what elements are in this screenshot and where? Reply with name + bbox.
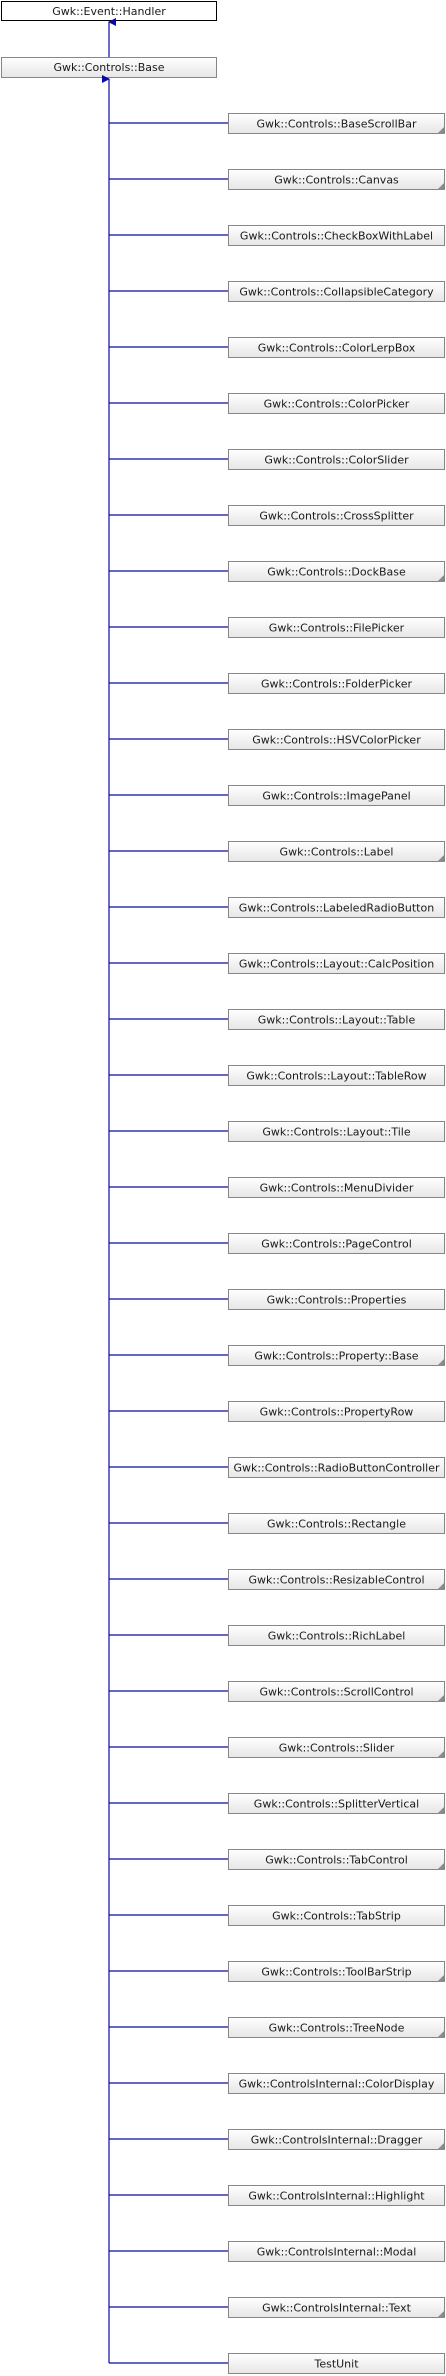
- node-label: Gwk::ControlsInternal::Modal: [257, 2246, 417, 2259]
- node-label: Gwk::Controls::Properties: [267, 1294, 407, 1307]
- node-label: Gwk::Controls::ColorPicker: [264, 398, 410, 411]
- class-node[interactable]: Gwk::Controls::ColorLerpBox: [228, 337, 445, 358]
- node-label: Gwk::Controls::ToolBarStrip: [261, 1966, 411, 1979]
- node-label: Gwk::Controls::Rectangle: [267, 1518, 406, 1531]
- class-node[interactable]: Gwk::Controls::Property::Base: [228, 1345, 445, 1366]
- node-label: Gwk::Controls::HSVColorPicker: [252, 734, 421, 747]
- class-node[interactable]: Gwk::Controls::BaseScrollBar: [228, 113, 445, 134]
- node-label: Gwk::Controls::RadioButtonController: [233, 1462, 440, 1475]
- node-label: Gwk::Controls::ScrollControl: [259, 1686, 413, 1699]
- node-label: Gwk::Controls::Canvas: [274, 174, 399, 187]
- class-node[interactable]: Gwk::Controls::CrossSplitter: [228, 505, 445, 526]
- node-label: Gwk::Controls::Layout::CalcPosition: [239, 958, 434, 971]
- node-label: Gwk::Controls::MenuDivider: [260, 1182, 414, 1195]
- node-label: Gwk::ControlsInternal::Highlight: [248, 2190, 425, 2203]
- class-node[interactable]: Gwk::Controls::ScrollControl: [228, 1681, 445, 1702]
- class-node[interactable]: Gwk::Controls::ImagePanel: [228, 785, 445, 806]
- node-label: Gwk::Controls::FilePicker: [269, 622, 405, 635]
- class-node[interactable]: Gwk::ControlsInternal::Text: [228, 2297, 445, 2318]
- node-label: Gwk::Controls::Layout::Table: [258, 1014, 416, 1027]
- class-node[interactable]: Gwk::Controls::PropertyRow: [228, 1401, 445, 1422]
- node-label: Gwk::Controls::ColorSlider: [264, 454, 409, 467]
- class-node[interactable]: Gwk::Controls::CheckBoxWithLabel: [228, 225, 445, 246]
- class-node[interactable]: TestUnit: [228, 2353, 445, 2374]
- class-node[interactable]: Gwk::Controls::RichLabel: [228, 1625, 445, 1646]
- node-label: Gwk::Controls::Property::Base: [254, 1350, 418, 1363]
- class-node[interactable]: Gwk::Controls::RadioButtonController: [228, 1457, 445, 1478]
- class-node[interactable]: Gwk::ControlsInternal::Highlight: [228, 2185, 445, 2206]
- node-label: Gwk::ControlsInternal::ColorDisplay: [239, 2078, 435, 2091]
- class-node[interactable]: Gwk::Controls::FolderPicker: [228, 673, 445, 694]
- node-controls-base[interactable]: Gwk::Controls::Base: [1, 57, 217, 78]
- class-node[interactable]: Gwk::ControlsInternal::ColorDisplay: [228, 2073, 445, 2094]
- class-node[interactable]: Gwk::Controls::FilePicker: [228, 617, 445, 638]
- node-label: Gwk::Controls::FolderPicker: [261, 678, 412, 691]
- node-label: Gwk::Controls::DockBase: [267, 566, 406, 579]
- class-node[interactable]: Gwk::Controls::Label: [228, 841, 445, 862]
- class-node[interactable]: Gwk::Controls::CollapsibleCategory: [228, 281, 445, 302]
- class-node[interactable]: Gwk::Controls::TreeNode: [228, 2017, 445, 2038]
- node-label: Gwk::Controls::ResizableControl: [249, 1574, 425, 1587]
- class-node[interactable]: Gwk::Controls::Canvas: [228, 169, 445, 190]
- node-label: Gwk::Controls::CrossSplitter: [259, 510, 414, 523]
- node-label: Gwk::Controls::TabControl: [265, 1854, 408, 1867]
- class-node[interactable]: Gwk::ControlsInternal::Modal: [228, 2241, 445, 2262]
- node-label: Gwk::Controls::Slider: [279, 1742, 395, 1755]
- node-label: Gwk::Controls::ColorLerpBox: [258, 342, 416, 355]
- class-node[interactable]: Gwk::Controls::DockBase: [228, 561, 445, 582]
- node-label: Gwk::Controls::ImagePanel: [262, 790, 410, 803]
- class-node[interactable]: Gwk::Controls::TabControl: [228, 1849, 445, 1870]
- node-label: Gwk::Controls::LabeledRadioButton: [239, 902, 434, 915]
- node-label: Gwk::Controls::Base: [54, 61, 165, 74]
- node-label: Gwk::ControlsInternal::Dragger: [251, 2134, 423, 2147]
- node-label: Gwk::Controls::PropertyRow: [260, 1406, 414, 1419]
- node-label: TestUnit: [313, 2358, 359, 2371]
- class-node[interactable]: Gwk::Controls::ColorSlider: [228, 449, 445, 470]
- node-label: Gwk::Controls::CollapsibleCategory: [239, 286, 434, 299]
- node-label: Gwk::ControlsInternal::Text: [262, 2302, 412, 2315]
- class-node[interactable]: Gwk::Controls::ResizableControl: [228, 1569, 445, 1590]
- class-node[interactable]: Gwk::Controls::Layout::CalcPosition: [228, 953, 445, 974]
- class-node[interactable]: Gwk::Controls::Properties: [228, 1289, 445, 1310]
- node-label: Gwk::Controls::SplitterVertical: [254, 1798, 419, 1811]
- class-node[interactable]: Gwk::Controls::HSVColorPicker: [228, 729, 445, 750]
- class-node[interactable]: Gwk::Controls::PageControl: [228, 1233, 445, 1254]
- class-hierarchy-diagram: Gwk::Event::Handler Gwk::Controls::Base …: [1, 1, 445, 2374]
- node-label: Gwk::Controls::Layout::TableRow: [246, 1070, 426, 1083]
- subclass-list: Gwk::Controls::BaseScrollBarGwk::Control…: [109, 113, 445, 2374]
- node-label: Gwk::Controls::TreeNode: [269, 2022, 405, 2035]
- node-label: Gwk::Controls::Layout::Tile: [262, 1126, 411, 1139]
- node-label: Gwk::Controls::PageControl: [261, 1238, 412, 1251]
- class-node[interactable]: Gwk::Controls::Layout::Tile: [228, 1121, 445, 1142]
- node-event-handler[interactable]: Gwk::Event::Handler: [1, 1, 217, 21]
- class-node[interactable]: Gwk::Controls::ToolBarStrip: [228, 1961, 445, 1982]
- class-node[interactable]: Gwk::Controls::MenuDivider: [228, 1177, 445, 1198]
- class-node[interactable]: Gwk::Controls::SplitterVertical: [228, 1793, 445, 1814]
- class-node[interactable]: Gwk::Controls::Rectangle: [228, 1513, 445, 1534]
- class-node[interactable]: Gwk::Controls::LabeledRadioButton: [228, 897, 445, 918]
- class-node[interactable]: Gwk::Controls::ColorPicker: [228, 393, 445, 414]
- node-label: Gwk::Controls::BaseScrollBar: [257, 118, 417, 131]
- class-node[interactable]: Gwk::Controls::Layout::Table: [228, 1009, 445, 1030]
- node-label: Gwk::Controls::RichLabel: [268, 1630, 406, 1643]
- class-node[interactable]: Gwk::ControlsInternal::Dragger: [228, 2129, 445, 2150]
- node-label: Gwk::Controls::TabStrip: [272, 1910, 401, 1923]
- node-label: Gwk::Event::Handler: [52, 5, 166, 18]
- class-node[interactable]: Gwk::Controls::Slider: [228, 1737, 445, 1758]
- node-label: Gwk::Controls::CheckBoxWithLabel: [240, 230, 433, 243]
- class-node[interactable]: Gwk::Controls::Layout::TableRow: [228, 1065, 445, 1086]
- class-node[interactable]: Gwk::Controls::TabStrip: [228, 1905, 445, 1926]
- node-label: Gwk::Controls::Label: [280, 846, 394, 859]
